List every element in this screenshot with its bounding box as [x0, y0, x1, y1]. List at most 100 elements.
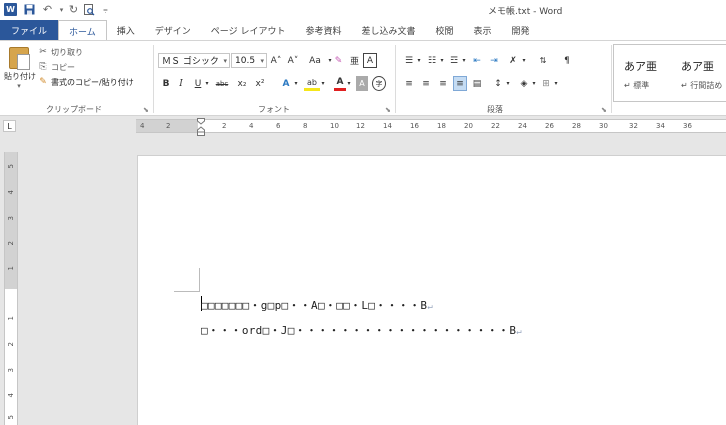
tab-design[interactable]: デザイン	[145, 20, 201, 40]
decrease-indent-button[interactable]: ⇤	[470, 53, 484, 68]
redo-icon[interactable]: ↻	[66, 2, 81, 17]
copy-label: コピー	[51, 62, 75, 72]
shrink-font-button[interactable]: A˅	[286, 53, 300, 68]
horizontal-ruler[interactable]: 4 2 2 4 6 8 10 12 14 16 18 20 22 24 26 2…	[136, 119, 726, 133]
chevron-down-icon[interactable]: ▾	[320, 76, 326, 91]
chevron-down-icon[interactable]: ▾	[553, 76, 559, 91]
paste-button[interactable]: 貼り付け ▾	[4, 47, 36, 95]
tab-view[interactable]: 表示	[464, 20, 502, 40]
paragraph-launcher-icon[interactable]: ⬊	[601, 106, 607, 114]
strikethrough-button[interactable]: abc	[212, 76, 232, 91]
ribbon-tabs: ファイル ホーム 挿入 デザイン ページ レイアウト 参考資料 差し込み文書 校…	[0, 20, 726, 41]
chevron-down-icon[interactable]: ▾	[439, 53, 445, 68]
character-shading-button[interactable]: A	[356, 76, 368, 91]
copy-button[interactable]: ⎘ コピー	[38, 60, 75, 74]
justify-button[interactable]: ≡	[453, 76, 467, 91]
chevron-down-icon[interactable]: ▾	[461, 53, 467, 68]
enclose-characters-button[interactable]: 字	[372, 76, 386, 91]
document-page[interactable]	[137, 155, 726, 425]
style-normal[interactable]: あア亜 ↵ 標準	[614, 45, 670, 101]
tab-insert[interactable]: 挿入	[107, 20, 145, 40]
ruler-tick: 36	[683, 122, 692, 130]
tab-selector-button[interactable]: L	[3, 120, 16, 132]
format-painter-button[interactable]: ✎ 書式のコピー/貼り付け	[38, 75, 133, 89]
font-launcher-icon[interactable]: ⬊	[385, 106, 391, 114]
tab-mailings[interactable]: 差し込み文書	[351, 20, 425, 40]
bullets-button[interactable]: ☰	[402, 53, 416, 68]
underline-button[interactable]: U	[192, 76, 204, 91]
paste-icon	[9, 47, 30, 70]
tab-references[interactable]: 参考資料	[295, 20, 351, 40]
paragraph-group-label: 段落	[487, 105, 503, 114]
change-case-button[interactable]: Aa	[305, 53, 325, 68]
paragraph-shading-button[interactable]: ◈	[517, 76, 531, 91]
line-spacing-button[interactable]: ↕	[491, 76, 505, 91]
chevron-down-icon[interactable]: ▾	[293, 76, 299, 91]
chevron-down-icon[interactable]: ▾	[204, 76, 210, 91]
indent-marker[interactable]	[197, 118, 205, 136]
ruler-tick: 16	[410, 122, 419, 130]
font-group-label: フォント	[258, 105, 290, 114]
chevron-down-icon[interactable]: ▾	[531, 76, 537, 91]
font-size-select[interactable]: 10.5 ▾	[231, 53, 267, 68]
show-formatting-marks-button[interactable]: ¶	[560, 53, 574, 68]
ruler-tick: 14	[383, 122, 392, 130]
copy-icon: ⎘	[39, 62, 47, 72]
asian-layout-button[interactable]: ✗	[505, 53, 521, 68]
grow-font-button[interactable]: A˄	[269, 53, 283, 68]
align-left-button[interactable]: ≡	[402, 76, 416, 91]
chevron-down-icon[interactable]: ▾	[521, 53, 527, 68]
customize-quick-access-icon[interactable]: ⩦	[98, 2, 113, 17]
font-name-select[interactable]: ＭＳ ゴシック ▾	[158, 53, 230, 68]
ruler-tick: 12	[356, 122, 365, 130]
sort-button[interactable]: ⇅	[536, 53, 550, 68]
undo-icon[interactable]: ↶	[40, 2, 55, 17]
chevron-down-icon[interactable]: ▾	[505, 76, 511, 91]
title-bar: W ↶ ▾ ↻ ⩦ メモ帳.txt - Word	[0, 0, 726, 20]
ruler-tick: 30	[599, 122, 608, 130]
tab-file[interactable]: ファイル	[0, 20, 59, 40]
vertical-ruler[interactable]: 5 4 3 2 1 1 2 3 4 5	[4, 152, 18, 425]
clear-formatting-button[interactable]: ✎	[332, 53, 345, 68]
style-sample: あア亜	[624, 60, 657, 73]
style-name: ↵ 標準	[624, 81, 650, 90]
numbering-button[interactable]: ☷	[425, 53, 439, 68]
word-app-icon[interactable]: W	[4, 3, 17, 16]
print-preview-icon[interactable]	[82, 2, 97, 17]
ruler-tick: 32	[629, 122, 638, 130]
style-no-spacing[interactable]: あア亜 ↵ 行間詰め	[671, 45, 726, 101]
subscript-button[interactable]: x₂	[235, 76, 249, 91]
styles-gallery: あア亜 ↵ 標準 あア亜 ↵ 行間詰め	[613, 44, 726, 102]
increase-indent-button[interactable]: ⇥	[487, 53, 501, 68]
document-line[interactable]: □□□□□□□・g□p□・・A□・□□・L□・・・・B↵	[201, 297, 433, 313]
chevron-down-icon[interactable]: ▾	[416, 53, 422, 68]
borders-button[interactable]: ⊞	[539, 76, 553, 91]
paste-dropdown-icon[interactable]: ▾	[4, 82, 34, 90]
multilevel-list-button[interactable]: ☲	[447, 53, 461, 68]
superscript-button[interactable]: x²	[253, 76, 267, 91]
tab-developer[interactable]: 開発	[502, 20, 540, 40]
cut-button[interactable]: ✂ 切り取り	[38, 45, 83, 59]
tab-home[interactable]: ホーム	[58, 20, 107, 41]
ruler-tick: 3	[7, 368, 15, 373]
clipboard-launcher-icon[interactable]: ⬊	[143, 106, 149, 114]
chevron-down-icon[interactable]: ▾	[346, 76, 352, 91]
ruler-tick: 10	[330, 122, 339, 130]
text-effects-button[interactable]: A	[279, 76, 293, 91]
align-right-button[interactable]: ≡	[436, 76, 450, 91]
font-color-button[interactable]: A	[334, 76, 346, 91]
ruler-tick: 2	[166, 122, 171, 130]
save-icon[interactable]	[22, 2, 37, 17]
document-line[interactable]: □・・・ord□・J□・・・・・・・・・・・・・・・・・・・B↵	[201, 322, 522, 338]
bold-button[interactable]: B	[160, 76, 172, 91]
tab-page-layout[interactable]: ページ レイアウト	[201, 20, 296, 40]
highlight-color-button[interactable]: ab	[304, 76, 320, 91]
tab-review[interactable]: 校閲	[426, 20, 464, 40]
italic-button[interactable]: I	[176, 76, 186, 91]
distributed-button[interactable]: ▤	[470, 76, 484, 91]
style-name: ↵ 行間詰め	[681, 81, 723, 90]
phonetic-guide-button[interactable]: 亜	[348, 53, 361, 68]
clipboard-group-label: クリップボード	[46, 105, 102, 114]
align-center-button[interactable]: ≡	[419, 76, 433, 91]
character-border-button[interactable]: A	[363, 53, 377, 68]
